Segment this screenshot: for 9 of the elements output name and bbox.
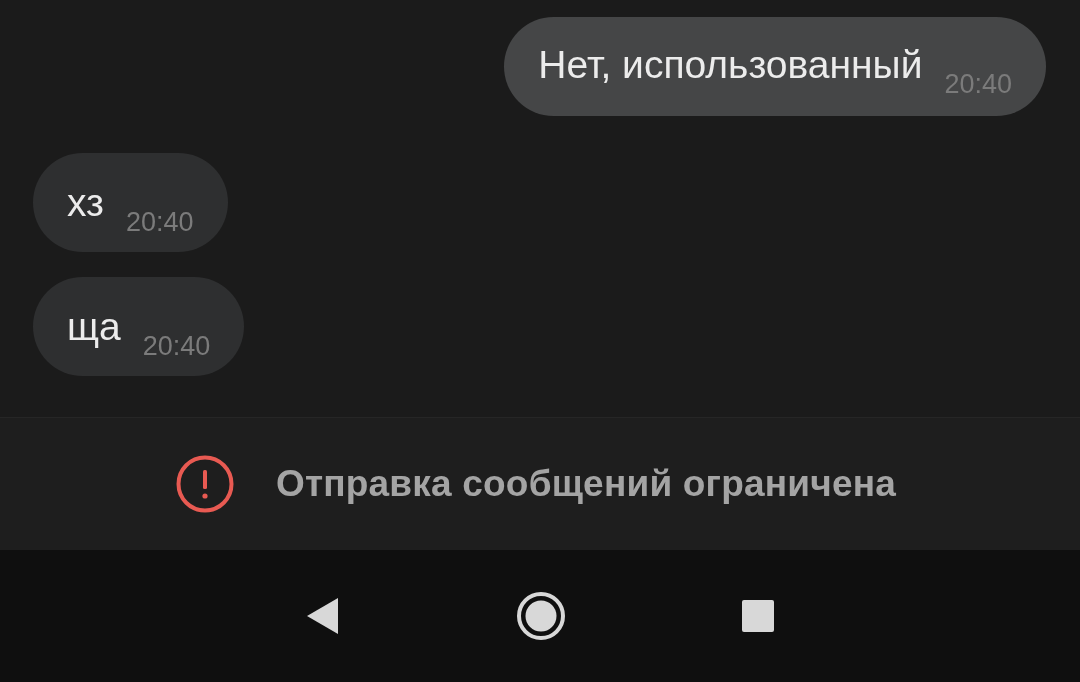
message-text: Нет, использованный bbox=[538, 42, 923, 88]
restriction-notice: Отправка сообщений ограничена bbox=[275, 463, 897, 505]
back-icon[interactable] bbox=[306, 597, 340, 635]
message-text: ща bbox=[67, 304, 121, 350]
alert-icon bbox=[175, 455, 234, 513]
message-time: 20:40 bbox=[125, 206, 194, 238]
home-icon[interactable] bbox=[516, 591, 566, 641]
message-text: хз bbox=[67, 180, 104, 226]
message-time: 20:40 bbox=[142, 330, 211, 362]
